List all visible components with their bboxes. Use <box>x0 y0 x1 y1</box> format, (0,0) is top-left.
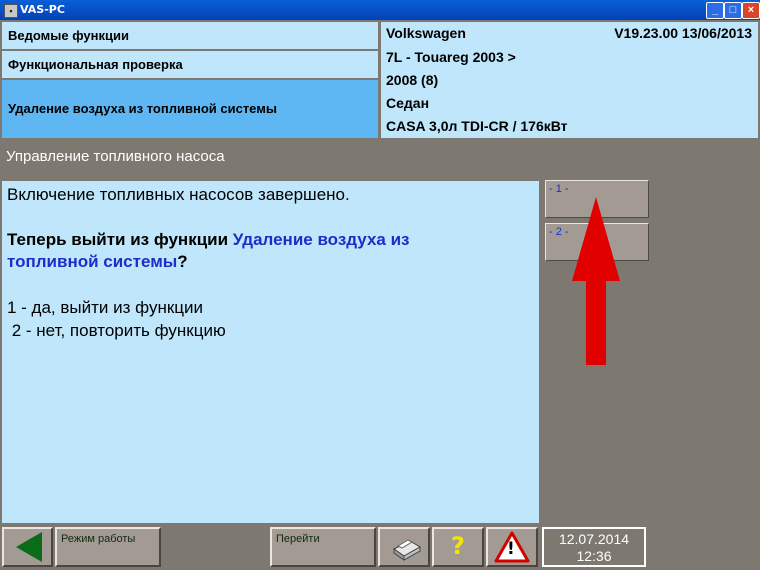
goto-button[interactable]: Перейти <box>270 527 376 567</box>
print-button[interactable] <box>378 527 430 567</box>
vehicle-info-panel: Volkswagen V19.23.00 13/06/2013 7L - Tou… <box>381 22 758 138</box>
option-2-button-label: - 2 - <box>549 226 569 238</box>
vehicle-model: 7L - Touareg 2003 > <box>386 49 516 65</box>
goto-label: Перейти <box>276 533 320 545</box>
back-arrow-icon <box>16 532 42 562</box>
window-title: VAS-PC <box>20 3 65 16</box>
back-button[interactable] <box>2 527 53 567</box>
printer-icon <box>393 539 421 561</box>
message-panel: Включение топливных насосов завершено. Т… <box>2 181 539 523</box>
status-message: Включение топливных насосов завершено. <box>7 185 350 204</box>
close-button[interactable]: × <box>742 2 760 19</box>
nav-item-functional-test[interactable]: Функциональная проверка <box>2 51 378 78</box>
vehicle-year: 2008 (8) <box>386 72 439 88</box>
time-text: 12:36 <box>576 548 612 564</box>
warning-button[interactable]: ! <box>486 527 538 567</box>
warning-glyph: ! <box>507 539 515 559</box>
vehicle-make: Volkswagen <box>386 25 466 41</box>
date-text: 12.07.2014 <box>558 531 630 547</box>
option-1-button-label: - 1 - <box>549 183 569 195</box>
operating-mode-label: Режим работы <box>61 533 136 545</box>
function-link: Удаление воздуха из <box>232 230 410 249</box>
software-version: V19.23.00 13/06/2013 <box>614 25 752 41</box>
help-icon: ? <box>451 532 465 560</box>
nav-item-guided-functions[interactable]: Ведомые функции <box>2 22 378 49</box>
maximize-button[interactable]: □ <box>724 2 742 19</box>
option-1-text: 1 - да, выйти из функции <box>7 298 203 317</box>
minimize-button[interactable]: _ <box>706 2 724 19</box>
vehicle-body: Седан <box>386 95 430 111</box>
date-time-display: 12.07.2014 12:36 <box>542 527 646 567</box>
question-prefix: Теперь выйти из функции <box>7 230 233 249</box>
exit-question-line-2: топливной системы? <box>7 252 188 272</box>
window-titlebar: ▪ VAS-PC _ □ × <box>0 0 760 20</box>
footer-toolbar: Режим работы Перейти ? ! 12.07.2014 12:3… <box>0 523 760 569</box>
app-icon: ▪ <box>4 4 18 18</box>
nav-item-fuel-bleed[interactable]: Удаление воздуха из топливной системы <box>2 80 378 138</box>
exit-question-line-1: Теперь выйти из функции Удаление воздуха… <box>7 230 410 250</box>
option-2-text: 2 - нет, повторить функцию <box>7 321 226 340</box>
vehicle-engine: CASA 3,0л TDI-CR / 176кВт <box>386 118 568 134</box>
operating-mode-button[interactable]: Режим работы <box>55 527 161 567</box>
section-title: Управление топливного насоса <box>6 148 225 165</box>
annotation-arrow-icon <box>572 197 620 365</box>
function-link-cont: топливной системы <box>7 252 178 271</box>
help-button[interactable]: ? <box>432 527 484 567</box>
question-suffix: ? <box>177 252 188 271</box>
